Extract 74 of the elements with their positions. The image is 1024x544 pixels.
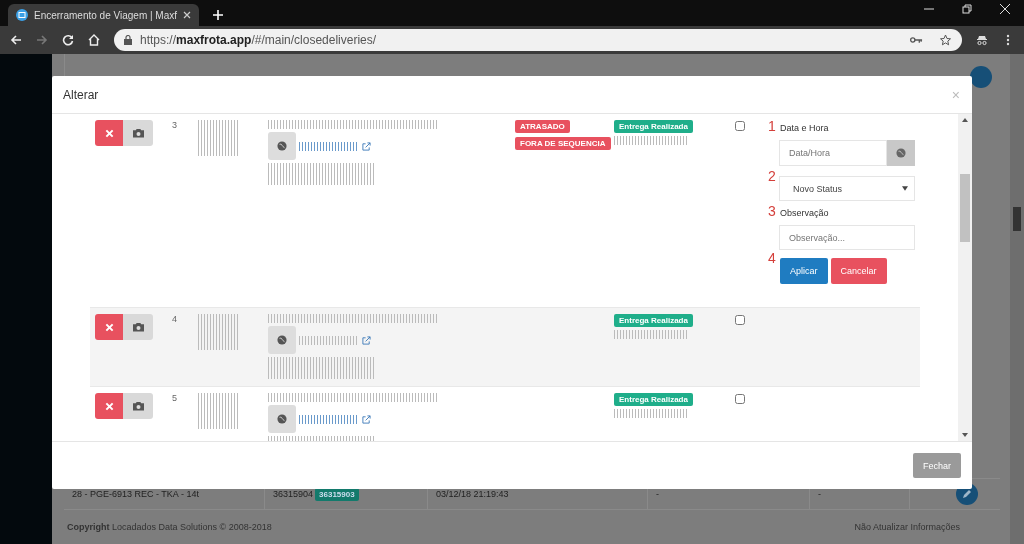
times-icon [104, 128, 114, 138]
home-icon[interactable] [88, 34, 100, 46]
row-number: 5 [171, 393, 178, 405]
restore-icon[interactable] [962, 4, 972, 14]
external-link-icon[interactable] [362, 141, 371, 151]
step-number: 1 [768, 118, 777, 134]
row-checkbox[interactable] [735, 315, 745, 325]
reload-icon[interactable] [62, 34, 74, 46]
page-scrollbar[interactable] [1010, 54, 1024, 544]
close-icon[interactable] [1000, 4, 1010, 14]
status-tag: FORA DE SEQUENCIA [515, 137, 611, 150]
remove-button[interactable] [95, 120, 123, 146]
camera-button[interactable] [123, 393, 153, 419]
field-label: Observação [780, 208, 829, 219]
status-tag: ATRASADO [515, 120, 570, 133]
map-button[interactable] [268, 326, 296, 354]
forward-icon[interactable] [36, 34, 48, 46]
field-label: Data e Hora [780, 123, 829, 134]
sync-link[interactable]: Não Atualizar Informações [854, 522, 960, 532]
back-icon[interactable] [10, 34, 22, 46]
remove-button[interactable] [95, 314, 123, 340]
times-icon [104, 322, 114, 332]
times-icon [104, 401, 114, 411]
globe-icon [277, 141, 287, 151]
camera-icon [132, 128, 144, 138]
external-link-icon[interactable] [362, 414, 371, 424]
browser-tab[interactable]: Encerramento de Viagem | Maxf [8, 4, 200, 26]
scroll-up-icon[interactable] [962, 118, 968, 122]
status-badge: Entrega Realizada [614, 393, 693, 406]
star-icon[interactable] [939, 34, 952, 46]
row-number: 4 [171, 314, 178, 326]
url-text: https://maxfrota.app/#/main/closedeliveries/ [140, 33, 377, 47]
address-bar[interactable]: https://maxfrota.app/#/main/closedeliveries/ [114, 29, 962, 51]
step-number: 4 [768, 250, 777, 266]
incognito-icon[interactable] [976, 34, 988, 46]
row-checkbox[interactable] [735, 121, 745, 131]
map-button[interactable] [268, 405, 296, 433]
globe-icon [277, 414, 287, 424]
scroll-down-icon[interactable] [962, 433, 968, 437]
lock-icon [124, 35, 132, 45]
new-tab-icon[interactable] [213, 10, 224, 20]
modal-title: Alterar [63, 87, 99, 102]
status-select[interactable]: Novo Status [779, 176, 915, 201]
camera-button[interactable] [123, 314, 153, 340]
scroll-thumb[interactable] [960, 174, 970, 242]
external-link-icon[interactable] [362, 335, 371, 345]
scrollbar[interactable] [958, 114, 972, 441]
close-tab-icon[interactable] [183, 11, 192, 19]
close-dialog-button[interactable]: Fechar [913, 453, 961, 478]
camera-icon [132, 322, 144, 332]
globe-button[interactable] [887, 140, 915, 166]
status-badge: Entrega Realizada [614, 120, 693, 133]
apply-button[interactable]: Aplicar [780, 258, 828, 284]
note-field[interactable]: Observação... [779, 225, 915, 250]
row-checkbox[interactable] [735, 394, 745, 404]
copyright-text: Copyright Locadados Data Solutions © 2008-2018 [67, 522, 272, 532]
cancel-button[interactable]: Cancelar [830, 258, 887, 284]
globe-icon [896, 148, 906, 158]
globe-icon [277, 335, 287, 345]
datetime-field[interactable]: Data/Hora [779, 140, 887, 166]
key-icon[interactable] [910, 34, 923, 46]
camera-icon [132, 401, 144, 411]
edit-button[interactable] [970, 66, 992, 88]
table-cell: 36315904 [273, 489, 314, 499]
row-number: 3 [171, 120, 178, 132]
dropdown-caret-icon [902, 186, 908, 191]
map-button[interactable] [268, 132, 296, 160]
step-number: 3 [768, 203, 777, 219]
remove-button[interactable] [95, 393, 123, 419]
camera-button[interactable] [123, 120, 153, 146]
scroll-thumb[interactable] [1013, 207, 1021, 231]
status-badge: Entrega Realizada [614, 314, 693, 327]
site-icon [16, 9, 28, 21]
step-number: 2 [768, 168, 777, 184]
